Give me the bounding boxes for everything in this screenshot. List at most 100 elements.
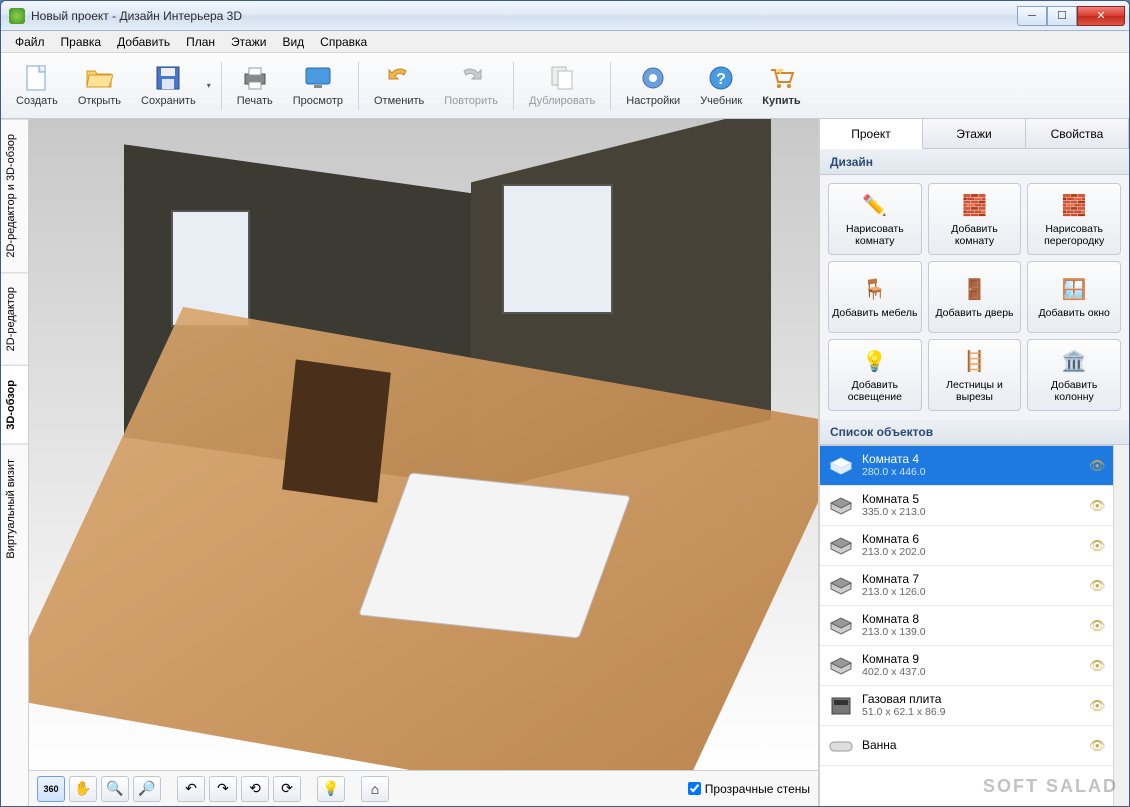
duplicate-button[interactable]: Дублировать bbox=[520, 59, 604, 112]
visibility-icon[interactable]: 👁 bbox=[1089, 498, 1105, 514]
create-button[interactable]: Создать bbox=[7, 59, 67, 112]
menu-add[interactable]: Добавить bbox=[109, 33, 178, 51]
object-list[interactable]: Комната 4280.0 x 446.0👁Комната 5335.0 x … bbox=[820, 445, 1113, 806]
window-3d bbox=[502, 184, 612, 314]
open-button[interactable]: Открыть bbox=[69, 59, 130, 112]
home-view-button[interactable]: ⌂ bbox=[361, 776, 389, 802]
zoom-out-button[interactable]: 🔍 bbox=[101, 776, 129, 802]
visibility-icon[interactable]: 👁 bbox=[1089, 538, 1105, 554]
object-list-scrollbar[interactable] bbox=[1113, 445, 1129, 806]
redo-button[interactable]: Повторить bbox=[435, 59, 507, 112]
view-360-button[interactable]: 360 bbox=[37, 776, 65, 802]
3d-viewport[interactable] bbox=[29, 119, 818, 770]
visibility-icon[interactable]: 👁 bbox=[1089, 618, 1105, 634]
tab-properties[interactable]: Свойства bbox=[1026, 119, 1129, 148]
tutorial-button[interactable]: ?Учебник bbox=[691, 59, 751, 112]
menu-plan[interactable]: План bbox=[178, 33, 223, 51]
list-item[interactable]: Комната 5335.0 x 213.0 👁 bbox=[820, 486, 1113, 526]
list-item[interactable]: Ванна 👁 bbox=[820, 726, 1113, 766]
save-button[interactable]: Сохранить bbox=[132, 59, 205, 112]
help-icon: ? bbox=[707, 64, 735, 92]
transparent-walls-input[interactable] bbox=[688, 782, 701, 795]
window-title: Новый проект - Дизайн Интерьера 3D bbox=[31, 9, 1017, 23]
object-name: Газовая плита bbox=[862, 693, 1081, 707]
visibility-icon[interactable]: 👁 bbox=[1089, 698, 1105, 714]
folder-open-icon bbox=[85, 64, 113, 92]
list-item[interactable]: Газовая плита51.0 x 62.1 x 86.9 👁 bbox=[820, 686, 1113, 726]
minimize-button[interactable]: ─ bbox=[1017, 6, 1047, 26]
titlebar[interactable]: Новый проект - Дизайн Интерьера 3D ─ ☐ ✕ bbox=[1, 1, 1129, 31]
light-toggle-button[interactable]: 💡 bbox=[317, 776, 345, 802]
transparent-walls-checkbox[interactable]: Прозрачные стены bbox=[688, 782, 810, 796]
room-icon bbox=[828, 735, 854, 757]
stairs-icon: 🪜 bbox=[960, 347, 988, 375]
draw-room-button[interactable]: ✏️Нарисовать комнату bbox=[828, 183, 922, 255]
object-name: Комната 5 bbox=[862, 493, 1081, 507]
object-name: Комната 8 bbox=[862, 613, 1081, 627]
list-item[interactable]: Комната 4280.0 x 446.0👁 bbox=[820, 446, 1113, 486]
tab-2d-3d-combo[interactable]: 2D-редактор и 3D-обзор bbox=[1, 119, 28, 272]
zoom-in-button[interactable]: 🔎 bbox=[133, 776, 161, 802]
window-buttons: ─ ☐ ✕ bbox=[1017, 6, 1125, 26]
buy-button[interactable]: Купить bbox=[753, 59, 809, 112]
tab-3d-view[interactable]: 3D-обзор bbox=[1, 365, 28, 444]
menu-edit[interactable]: Правка bbox=[53, 33, 110, 51]
object-dimensions: 213.0 x 126.0 bbox=[862, 586, 1081, 598]
add-lighting-button[interactable]: 💡Добавить освещение bbox=[828, 339, 922, 411]
menubar: Файл Правка Добавить План Этажи Вид Спра… bbox=[1, 31, 1129, 53]
bulb-icon: 💡 bbox=[322, 780, 339, 797]
add-door-button[interactable]: 🚪Добавить дверь bbox=[928, 261, 1022, 333]
add-room-button[interactable]: 🧱Добавить комнату bbox=[928, 183, 1022, 255]
add-column-button[interactable]: 🏛️Добавить колонну bbox=[1027, 339, 1121, 411]
rotate-cw-button[interactable]: ↷ bbox=[209, 776, 237, 802]
object-dimensions: 335.0 x 213.0 bbox=[862, 506, 1081, 518]
menu-help[interactable]: Справка bbox=[312, 33, 375, 51]
visibility-icon[interactable]: 👁 bbox=[1089, 658, 1105, 674]
home-icon: ⌂ bbox=[371, 781, 379, 797]
object-dimensions: 213.0 x 139.0 bbox=[862, 626, 1081, 638]
room-icon bbox=[828, 495, 854, 517]
close-button[interactable]: ✕ bbox=[1077, 6, 1125, 26]
tab-project[interactable]: Проект bbox=[820, 119, 923, 149]
rotate-ccw-button[interactable]: ↶ bbox=[177, 776, 205, 802]
cart-icon bbox=[767, 64, 795, 92]
list-item[interactable]: Комната 7213.0 x 126.0 👁 bbox=[820, 566, 1113, 606]
visibility-icon[interactable]: 👁 bbox=[1089, 578, 1105, 594]
menu-floors[interactable]: Этажи bbox=[223, 33, 274, 51]
save-dropdown[interactable]: ▾ bbox=[207, 81, 215, 90]
add-window-button[interactable]: 🪟Добавить окно bbox=[1027, 261, 1121, 333]
maximize-button[interactable]: ☐ bbox=[1047, 6, 1077, 26]
object-name: Комната 7 bbox=[862, 573, 1081, 587]
objects-section-header: Список объектов bbox=[820, 419, 1129, 445]
print-button[interactable]: Печать bbox=[228, 59, 282, 112]
stairs-cutouts-button[interactable]: 🪜Лестницы и вырезы bbox=[928, 339, 1022, 411]
object-name: Ванна bbox=[862, 739, 1081, 753]
settings-button[interactable]: Настройки bbox=[617, 59, 689, 112]
tab-floors[interactable]: Этажи bbox=[923, 119, 1026, 148]
visibility-icon[interactable]: 👁 bbox=[1089, 738, 1105, 754]
list-item[interactable]: Комната 6213.0 x 202.0👁 bbox=[820, 526, 1113, 566]
draw-partition-button[interactable]: 🧱Нарисовать перегородку bbox=[1027, 183, 1121, 255]
orbit-left-button[interactable]: ⟲ bbox=[241, 776, 269, 802]
tab-virtual-visit[interactable]: Виртуальный визит bbox=[1, 444, 28, 573]
menu-view[interactable]: Вид bbox=[274, 33, 312, 51]
room-icon bbox=[828, 655, 854, 677]
right-panel: Проект Этажи Свойства Дизайн ✏️Нарисоват… bbox=[819, 119, 1129, 806]
object-dimensions: 402.0 x 437.0 bbox=[862, 666, 1081, 678]
preview-button[interactable]: Просмотр bbox=[284, 59, 352, 112]
save-icon bbox=[154, 64, 182, 92]
furniture-dresser bbox=[283, 360, 391, 503]
add-furniture-button[interactable]: 🪑Добавить мебель bbox=[828, 261, 922, 333]
bulb-icon: 💡 bbox=[861, 347, 889, 375]
pan-button[interactable]: ✋ bbox=[69, 776, 97, 802]
object-dimensions: 51.0 x 62.1 x 86.9 bbox=[862, 706, 1081, 718]
tab-2d-editor[interactable]: 2D-редактор bbox=[1, 272, 28, 365]
visibility-icon[interactable]: 👁 bbox=[1089, 458, 1105, 474]
zoom-in-icon: 🔎 bbox=[138, 780, 155, 797]
list-item[interactable]: Комната 9402.0 x 437.0👁 bbox=[820, 646, 1113, 686]
list-item[interactable]: Комната 8213.0 x 139.0 👁 bbox=[820, 606, 1113, 646]
orbit-right-button[interactable]: ⟳ bbox=[273, 776, 301, 802]
menu-file[interactable]: Файл bbox=[7, 33, 53, 51]
undo-button[interactable]: Отменить bbox=[365, 59, 433, 112]
separator bbox=[221, 62, 222, 110]
